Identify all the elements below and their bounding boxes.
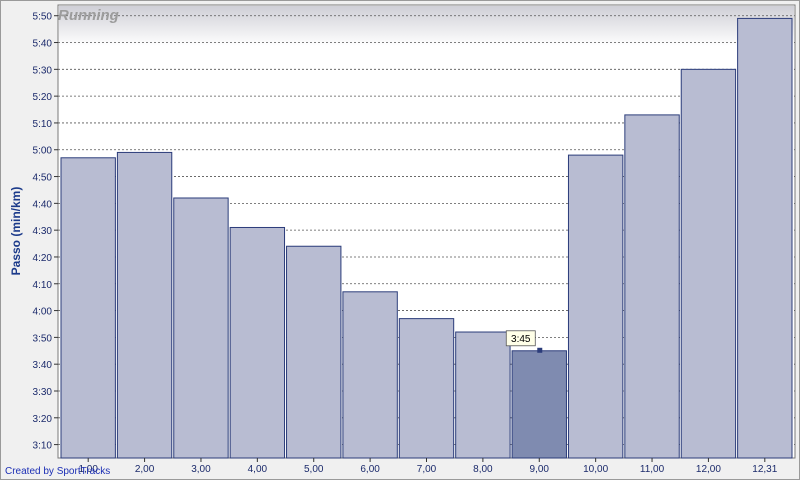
y-tick-label: 3:20 [33, 414, 53, 425]
chart: 3:10 3:20 3:30 3:40 3:50 4:00 4:10 4:20 4:30 4:40… [9, 4, 796, 475]
x-tick-label: 12,00 [696, 464, 721, 475]
bar[interactable] [511, 350, 567, 459]
bar[interactable] [680, 68, 737, 459]
bar[interactable] [737, 17, 793, 459]
y-tick-label: 4:20 [33, 253, 53, 264]
chart-frame: 3:10 3:20 3:30 3:40 3:50 4:00 4:10 4:20 4:30 4:40… [0, 0, 800, 480]
bar[interactable] [624, 114, 680, 459]
x-tick-label: 3,00 [191, 464, 211, 475]
highlight-marker [537, 347, 543, 353]
bar[interactable] [455, 331, 511, 459]
x-tick-label: 12,31 [752, 464, 777, 475]
x-tick-label: 9,00 [530, 464, 550, 475]
bar[interactable] [342, 291, 398, 459]
y-tick-label: 3:50 [33, 333, 53, 344]
y-tick-label: 5:20 [33, 92, 53, 103]
x-tick-label: 8,00 [473, 464, 493, 475]
bar[interactable] [286, 245, 342, 459]
bar[interactable] [229, 226, 286, 459]
credit-link[interactable]: Created by SportTracks [5, 466, 110, 477]
bar[interactable] [173, 197, 229, 459]
y-tick-label: 4:00 [33, 307, 53, 318]
y-tick-label: 3:40 [33, 360, 53, 371]
y-tick-label: 3:30 [33, 387, 53, 398]
bar[interactable] [398, 318, 455, 459]
x-tick-label: 10,00 [583, 464, 608, 475]
y-tick-label: 4:10 [33, 280, 53, 291]
y-tick-label: 5:30 [33, 65, 53, 76]
bar[interactable] [60, 157, 116, 459]
x-tick-labels: 1,00 2,00 3,00 4,00 5,00 6,00 7,00 8,00 9,00 10,0… [78, 458, 778, 475]
x-tick-label: 6,00 [360, 464, 380, 475]
y-axis-title: Passo (min/km) [9, 187, 23, 276]
x-tick-label: 7,00 [417, 464, 437, 475]
y-tick-label: 5:40 [33, 39, 53, 50]
bar[interactable] [116, 151, 173, 459]
y-tick-label: 5:50 [33, 12, 53, 23]
tooltip-text: 3:45 [511, 334, 531, 345]
y-tick-label: 4:30 [33, 226, 53, 237]
bar[interactable] [567, 154, 624, 459]
x-tick-label: 4,00 [248, 464, 268, 475]
chart-title: Running [58, 7, 119, 24]
y-tick-label: 4:40 [33, 199, 53, 210]
x-tick-label: 11,00 [640, 464, 665, 475]
y-tick-label: 5:10 [33, 119, 53, 130]
y-tick-labels: 3:10 3:20 3:30 3:40 3:50 4:00 4:10 4:20 4:30 4:40… [33, 12, 53, 452]
x-tick-label: 2,00 [135, 464, 155, 475]
plot-header-band [59, 6, 794, 46]
x-tick-label: 5,00 [304, 464, 324, 475]
y-tick-label: 4:50 [33, 173, 53, 184]
y-tick-label: 3:10 [33, 441, 53, 452]
y-tick-label: 5:00 [33, 146, 53, 157]
